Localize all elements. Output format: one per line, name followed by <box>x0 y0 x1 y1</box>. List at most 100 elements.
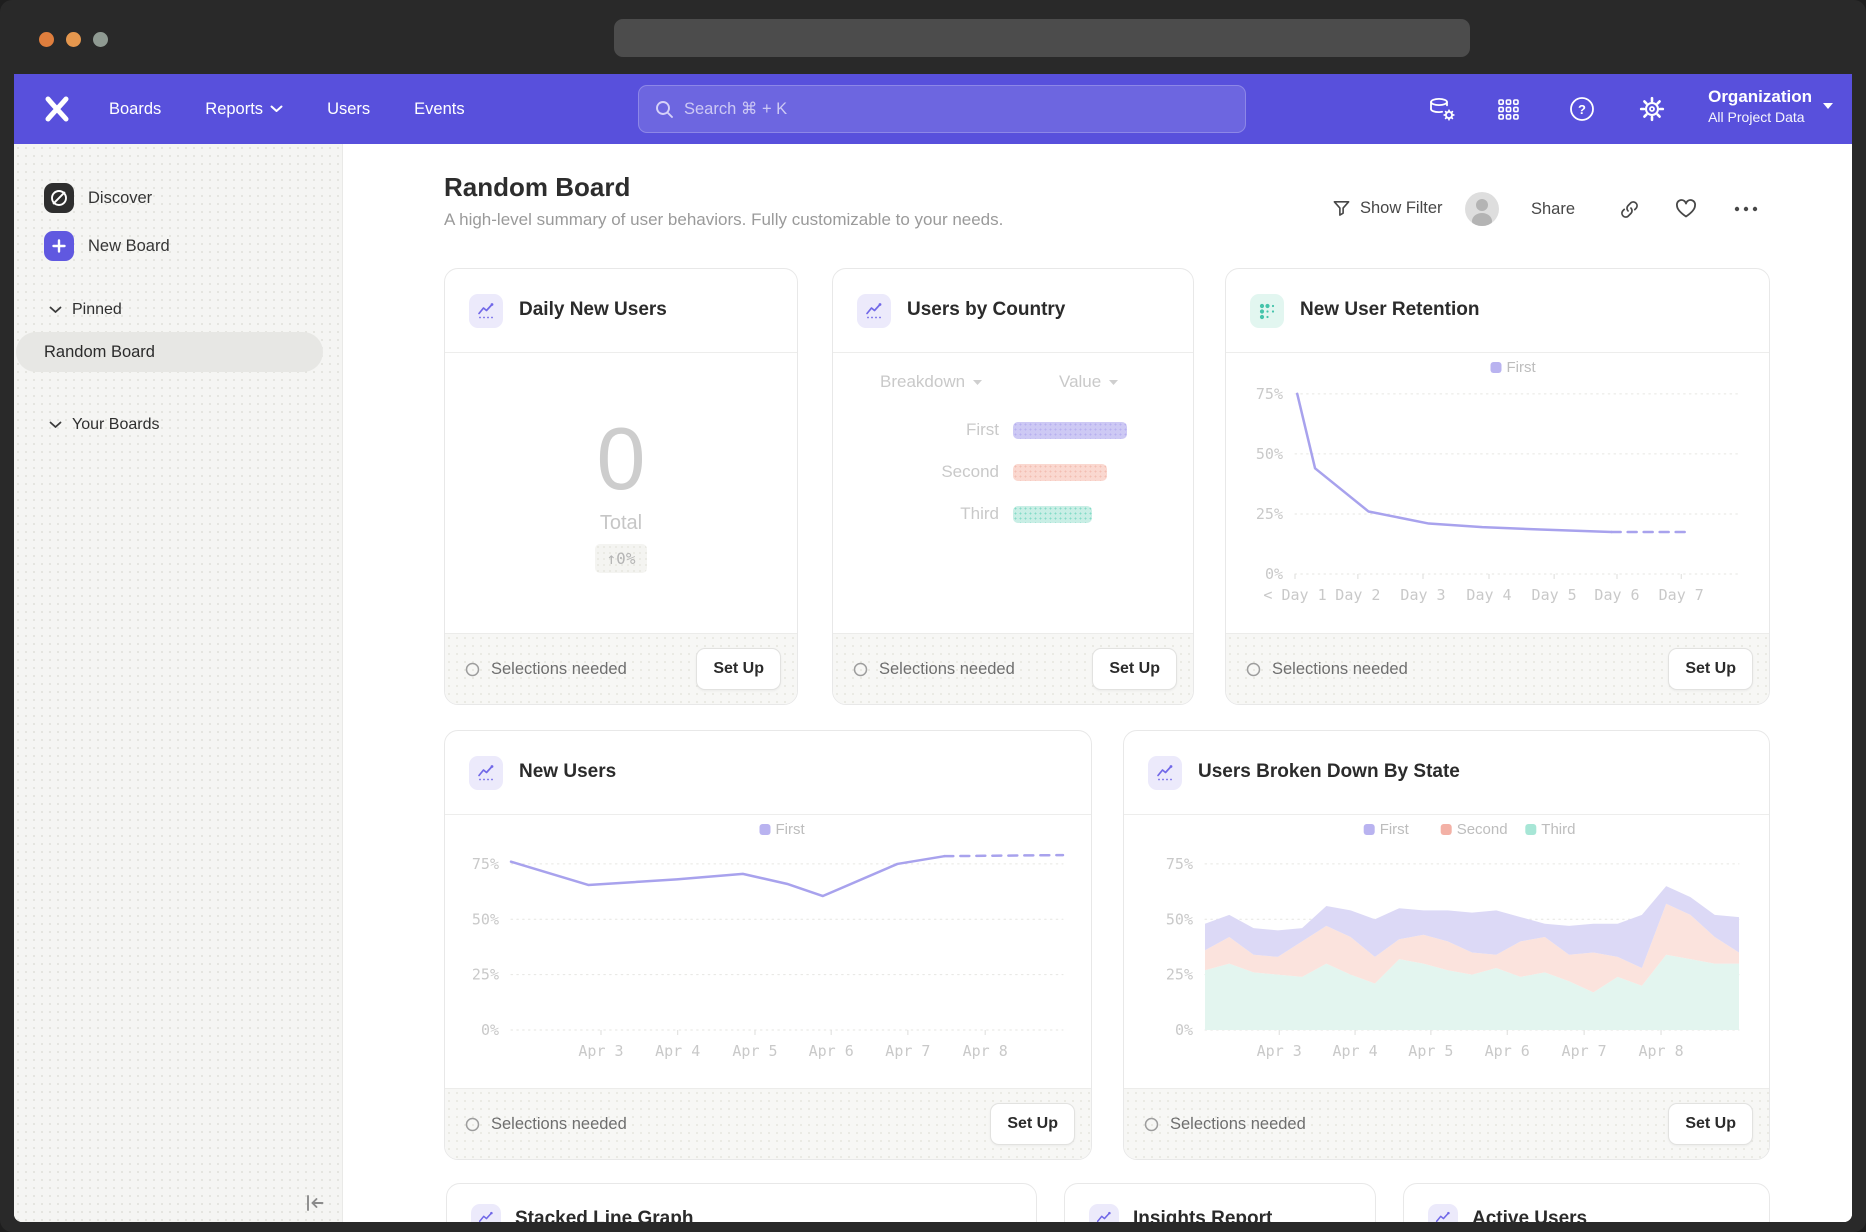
svg-text:Day 6: Day 6 <box>1594 586 1639 604</box>
sidebar-item-new-board[interactable]: New Board <box>44 231 170 261</box>
bar-row-label: First <box>879 420 999 440</box>
heart-icon <box>1675 199 1697 219</box>
set-up-button[interactable]: Set Up <box>696 648 781 690</box>
card-header: New User Retention <box>1226 269 1769 353</box>
set-up-button[interactable]: Set Up <box>990 1103 1075 1145</box>
avatar-body <box>1472 213 1492 226</box>
svg-text:Apr 8: Apr 8 <box>963 1042 1008 1060</box>
svg-text:25%: 25% <box>1166 966 1193 984</box>
avatar-head <box>1476 199 1488 211</box>
copy-link-button[interactable] <box>1619 199 1640 220</box>
search-icon <box>655 100 674 119</box>
svg-text:First: First <box>1507 359 1537 376</box>
filter-funnel-icon <box>1332 199 1351 218</box>
svg-text:25%: 25% <box>1256 505 1283 523</box>
svg-text:Apr 7: Apr 7 <box>1562 1042 1607 1060</box>
sidebar-section-pinned[interactable]: Pinned <box>49 301 122 319</box>
address-bar[interactable] <box>614 19 1470 57</box>
svg-text:Apr 7: Apr 7 <box>885 1042 930 1060</box>
set-up-button[interactable]: Set Up <box>1668 648 1753 690</box>
svg-text:< Day 1: < Day 1 <box>1263 586 1326 604</box>
browser-window: Boards Reports Users Events Search ⌘ + K <box>0 0 1866 1232</box>
set-up-button[interactable]: Set Up <box>1668 1103 1753 1145</box>
card-title: New User Retention <box>1300 299 1479 321</box>
chevron-down-icon <box>1108 379 1119 386</box>
card-header: Users by Country <box>833 269 1193 353</box>
card-body: 0 Total ↑0% <box>445 354 797 633</box>
bar-row-label: Third <box>879 504 999 524</box>
mixpanel-logo-icon[interactable] <box>44 96 70 122</box>
line-chart-icon <box>1148 756 1182 790</box>
sidebar-section-your-boards[interactable]: Your Boards <box>49 416 159 434</box>
card-title: New Users <box>519 761 616 783</box>
card-users-by-state: Users Broken Down By State 75%50%25%0%Ap… <box>1123 730 1770 1160</box>
settings-gear-icon[interactable] <box>1638 95 1666 123</box>
sidebar-collapse-button[interactable] <box>302 1190 328 1216</box>
link-icon <box>1619 199 1640 220</box>
ellipsis-icon <box>1733 205 1759 213</box>
top-navbar: Boards Reports Users Events Search ⌘ + K <box>14 74 1852 144</box>
card-footer: Selections needed Set Up <box>1226 633 1769 704</box>
sidebar-item-discover[interactable]: Discover <box>44 183 152 213</box>
retention-dots-icon <box>1250 294 1284 328</box>
card-body: 75%50%25%0%Apr 3Apr 4Apr 5Apr 6Apr 7Apr … <box>445 816 1091 1088</box>
sidebar-item-random-board[interactable]: Random Board <box>16 332 323 372</box>
card-daily-new-users: Daily New Users 0 Total ↑0% Selections n… <box>444 268 798 705</box>
nav-item-events[interactable]: Events <box>414 100 464 119</box>
sidebar-item-label: Discover <box>88 189 152 208</box>
browser-titlebar <box>0 0 1866 74</box>
chevron-down-icon <box>270 105 283 113</box>
show-filter-button[interactable]: Show Filter <box>1332 199 1443 218</box>
nav-item-reports[interactable]: Reports <box>205 100 283 119</box>
set-up-button[interactable]: Set Up <box>1092 648 1177 690</box>
window-zoom-button[interactable] <box>93 32 108 47</box>
breakdown-column-dropdown[interactable]: Breakdown <box>880 372 983 392</box>
window-minimize-button[interactable] <box>66 32 81 47</box>
card-header: New Users <box>445 731 1091 815</box>
org-switcher[interactable]: Organization All Project Data <box>1708 86 1834 126</box>
avatar[interactable] <box>1465 192 1499 226</box>
nav-item-users[interactable]: Users <box>327 100 370 119</box>
line-chart-icon <box>1428 1204 1458 1222</box>
status-text: Selections needed <box>1246 660 1408 679</box>
share-button[interactable]: Share <box>1531 200 1575 219</box>
metric-value: 0 <box>597 415 646 503</box>
status-circle-icon <box>465 1117 480 1132</box>
card-title: Users Broken Down By State <box>1198 761 1460 783</box>
card-active-users: Active Users <box>1403 1183 1770 1222</box>
card-title: Users by Country <box>907 299 1065 321</box>
svg-text:Apr 8: Apr 8 <box>1638 1042 1683 1060</box>
search-input[interactable]: Search ⌘ + K <box>638 85 1246 133</box>
help-icon[interactable]: ? <box>1568 95 1596 123</box>
nav-links: Boards Reports Users Events <box>109 74 465 144</box>
svg-text:50%: 50% <box>472 910 499 928</box>
favorite-button[interactable] <box>1675 199 1697 219</box>
svg-text:Apr 4: Apr 4 <box>655 1042 700 1060</box>
window-close-button[interactable] <box>39 32 54 47</box>
line-chart-icon <box>857 294 891 328</box>
status-circle-icon <box>1144 1117 1159 1132</box>
card-body: Breakdown Value First Second Third <box>833 354 1193 633</box>
card-footer: Selections needed Set Up <box>445 1088 1091 1159</box>
card-header: Daily New Users <box>445 269 797 353</box>
org-name: Organization <box>1708 86 1812 108</box>
card-insights-report: Insights Report <box>1064 1183 1376 1222</box>
more-options-button[interactable] <box>1733 205 1759 213</box>
chevron-down-icon <box>49 306 62 314</box>
svg-text:First: First <box>776 821 806 838</box>
nav-item-boards[interactable]: Boards <box>109 100 161 119</box>
search-placeholder: Search ⌘ + K <box>684 99 787 119</box>
value-column-dropdown[interactable]: Value <box>1059 372 1119 392</box>
board-main: Random Board A high-level summary of use… <box>343 144 1852 1222</box>
metric-delta-badge: ↑0% <box>595 544 648 573</box>
svg-text:Day 7: Day 7 <box>1659 586 1704 604</box>
apps-grid-icon[interactable] <box>1494 95 1522 123</box>
svg-text:Apr 3: Apr 3 <box>1257 1042 1302 1060</box>
card-users-by-country: Users by Country Breakdown Value First S… <box>832 268 1194 705</box>
bar-first <box>1013 422 1127 439</box>
svg-text:Day 3: Day 3 <box>1400 586 1445 604</box>
metric-label: Total <box>600 512 642 535</box>
sidebar-item-label: New Board <box>88 237 170 256</box>
data-management-icon[interactable] <box>1428 95 1456 123</box>
card-title: Stacked Line Graph <box>515 1208 693 1222</box>
